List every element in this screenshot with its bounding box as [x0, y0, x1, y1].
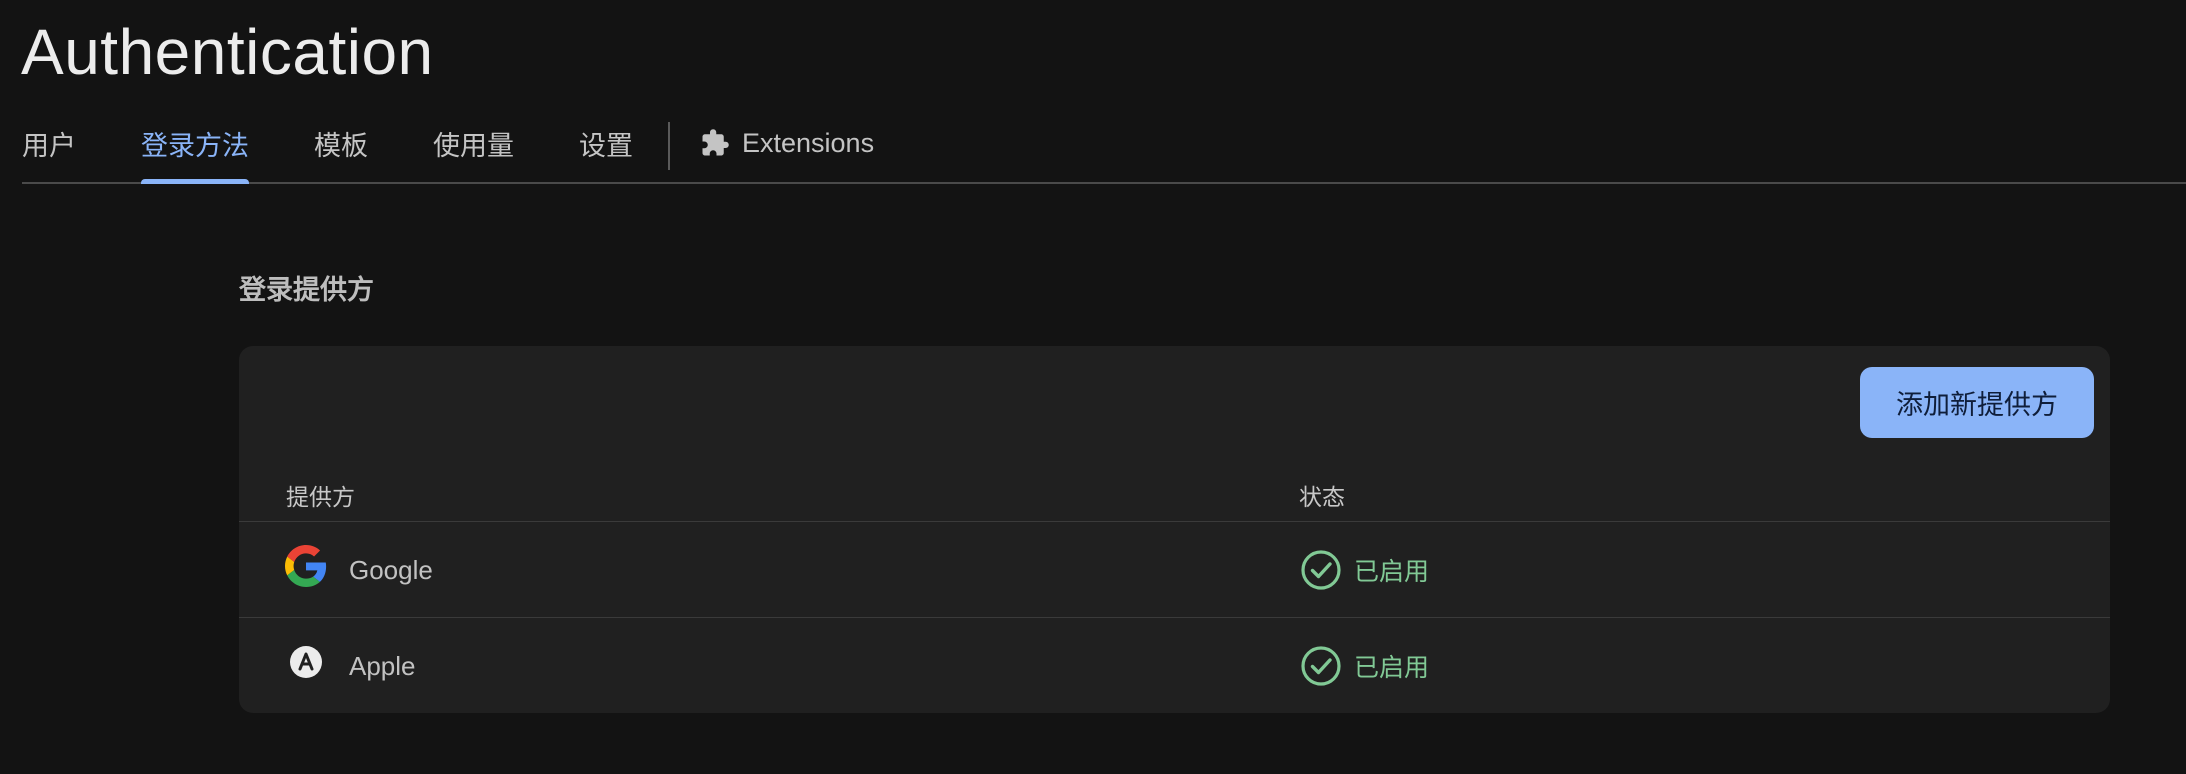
provider-name: Apple [349, 650, 416, 681]
column-header-provider: 提供方 [286, 484, 355, 510]
google-logo-icon [285, 545, 327, 587]
tab-settings[interactable]: 设置 [579, 116, 633, 182]
add-provider-button[interactable]: 添加新提供方 [1860, 367, 2094, 438]
page-title: Authentication [21, 16, 434, 88]
tab-label: Extensions [742, 127, 875, 158]
tab-label: 用户 [22, 130, 76, 161]
tab-users[interactable]: 用户 [22, 116, 76, 182]
tab-label: 使用量 [433, 130, 514, 161]
check-circle-icon [1300, 645, 1342, 687]
status-label: 已启用 [1354, 558, 1430, 586]
status-label: 已启用 [1354, 654, 1430, 682]
section-heading: 登录提供方 [239, 275, 374, 305]
status-cell: 已启用 [1300, 522, 1429, 618]
tab-usage[interactable]: 使用量 [433, 116, 514, 182]
tab-label: 模板 [314, 130, 368, 161]
table-row[interactable]: Google 已启用 [239, 522, 2110, 618]
tab-bar: 用户 登录方法 模板 使用量 设置 Extensions [22, 116, 2186, 184]
status-cell: 已启用 [1300, 618, 1429, 713]
table-header: 提供方 状态 [239, 476, 2110, 522]
tab-templates[interactable]: 模板 [314, 116, 368, 182]
tab-sign-in-methods[interactable]: 登录方法 [141, 116, 249, 184]
provider-cell: Google [285, 522, 433, 618]
tab-label: 登录方法 [141, 130, 249, 161]
provider-name: Google [349, 554, 433, 585]
apple-app-store-icon [285, 641, 327, 683]
check-circle-icon [1300, 549, 1342, 591]
tab-extensions[interactable]: Extensions [700, 116, 874, 182]
tab-divider [668, 122, 670, 170]
tab-label: 设置 [579, 130, 633, 161]
provider-cell: Apple [285, 618, 416, 713]
providers-card: 添加新提供方 提供方 状态 Google 已启用 Apple 已启用 [239, 346, 2110, 713]
column-header-status: 状态 [1299, 484, 1345, 510]
puzzle-icon [700, 128, 730, 158]
table-row[interactable]: Apple 已启用 [239, 618, 2110, 713]
